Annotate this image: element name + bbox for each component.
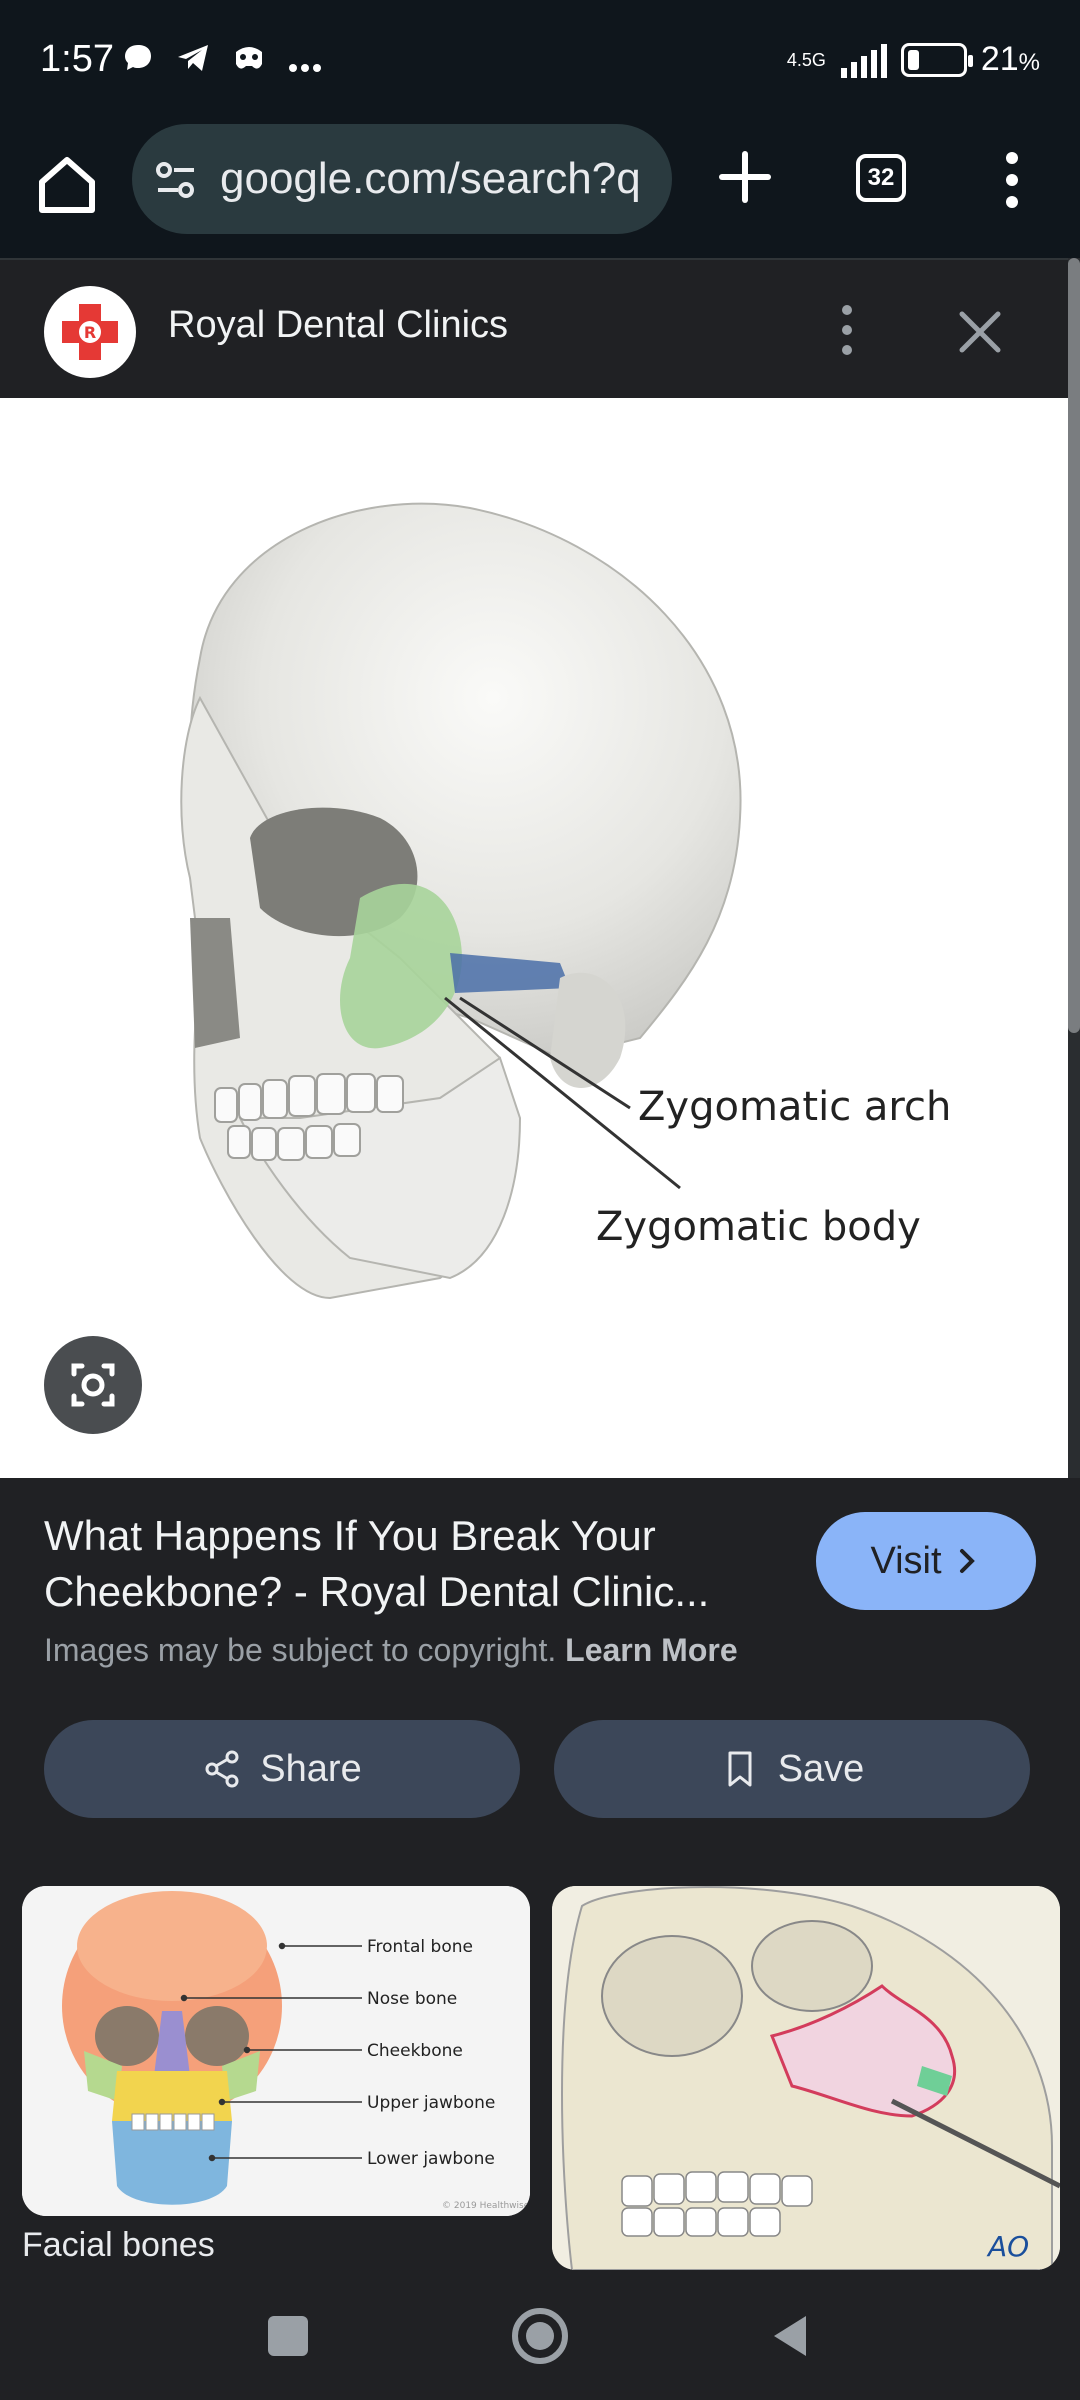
label-lower-jawbone: Lower jawbone	[367, 2149, 495, 2169]
more-notifications-icon	[288, 44, 322, 84]
lens-icon	[71, 1363, 115, 1407]
visit-button[interactable]: Visit	[816, 1512, 1036, 1610]
label-zygomatic-arch: Zygomatic arch	[638, 1084, 951, 1130]
share-icon	[205, 1750, 239, 1788]
signal-icon	[840, 42, 887, 78]
scrollbar-thumb[interactable]	[1068, 258, 1080, 1033]
svg-text:R: R	[84, 323, 96, 342]
label-cheekbone: Cheekbone	[367, 2041, 463, 2061]
visit-label: Visit	[870, 1539, 942, 1582]
share-button[interactable]: Share	[44, 1720, 520, 1818]
save-label: Save	[777, 1747, 865, 1790]
label-upper-jawbone: Upper jawbone	[367, 2093, 495, 2113]
site-name[interactable]: Royal Dental Clinics	[168, 304, 508, 347]
status-right: 4.5G 21%	[787, 40, 1040, 79]
label-frontal-bone: Frontal bone	[367, 1937, 473, 1957]
main-image[interactable]: Zygomatic arch Zygomatic body	[0, 398, 1068, 1478]
share-label: Share	[260, 1747, 362, 1790]
learn-more-link[interactable]: Learn More	[565, 1632, 737, 1668]
related-label-facial-bones[interactable]: Facial bones	[22, 2226, 215, 2265]
image-panel-header: R Royal Dental Clinics	[0, 258, 1068, 398]
home-button-icon[interactable]	[512, 2308, 568, 2364]
status-time: 1:57	[40, 38, 114, 80]
label-zygomatic-body: Zygomatic body	[596, 1204, 921, 1250]
notification-icons	[122, 42, 322, 85]
facial-bones-diagram: Frontal bone Nose bone Cheekbone Upper j…	[22, 1886, 530, 2216]
chevron-right-icon	[959, 1549, 975, 1573]
battery-icon	[900, 42, 973, 77]
ao-badge: AO	[986, 2230, 1029, 2263]
label-nose-bone: Nose bone	[367, 1989, 457, 2009]
result-title[interactable]: What Happens If You Break Your Cheekbone…	[44, 1508, 784, 1620]
network-type: 4.5G	[786, 49, 826, 70]
recent-apps-icon[interactable]	[268, 2316, 308, 2356]
scrollbar[interactable]	[1068, 258, 1080, 1478]
more-options-icon[interactable]	[832, 300, 862, 360]
back-icon[interactable]	[770, 2312, 810, 2360]
skull-illustration: Zygomatic arch Zygomatic body	[180, 502, 951, 1300]
image-credit: © 2019 Healthwise	[442, 2201, 530, 2211]
telegram-icon	[176, 42, 210, 85]
copyright-notice: Images may be subject to copyright. Lear…	[44, 1632, 738, 1668]
bookmark-icon	[728, 1751, 752, 1787]
related-image-facial-bones[interactable]: Frontal bone Nose bone Cheekbone Upper j…	[22, 1886, 530, 2216]
lens-search-button[interactable]	[44, 1336, 142, 1434]
menu-icon[interactable]	[1000, 150, 1024, 210]
related-image-skull-fracture[interactable]: AO	[552, 1886, 1060, 2270]
browser-toolbar: google.com/search?q 32	[0, 120, 1080, 258]
status-bar: 1:57 4.5G 21%	[0, 0, 1080, 120]
system-nav-bar	[0, 2270, 1080, 2400]
save-button[interactable]: Save	[554, 1720, 1030, 1818]
game-icon	[232, 42, 266, 85]
address-bar[interactable]: google.com/search?q	[132, 124, 672, 234]
tabs-icon[interactable]: 32	[856, 154, 906, 202]
new-tab-icon[interactable]	[716, 148, 774, 206]
url-text[interactable]: google.com/search?q	[220, 154, 660, 204]
close-icon[interactable]	[952, 304, 1008, 360]
home-icon[interactable]	[34, 152, 100, 218]
site-logo: R	[44, 286, 136, 378]
chat-icon	[122, 42, 154, 85]
skull-fracture-diagram: AO	[552, 1886, 1060, 2270]
battery-fill	[907, 49, 919, 70]
site-settings-icon[interactable]	[154, 158, 198, 202]
battery-percent: 21%	[980, 40, 1040, 78]
